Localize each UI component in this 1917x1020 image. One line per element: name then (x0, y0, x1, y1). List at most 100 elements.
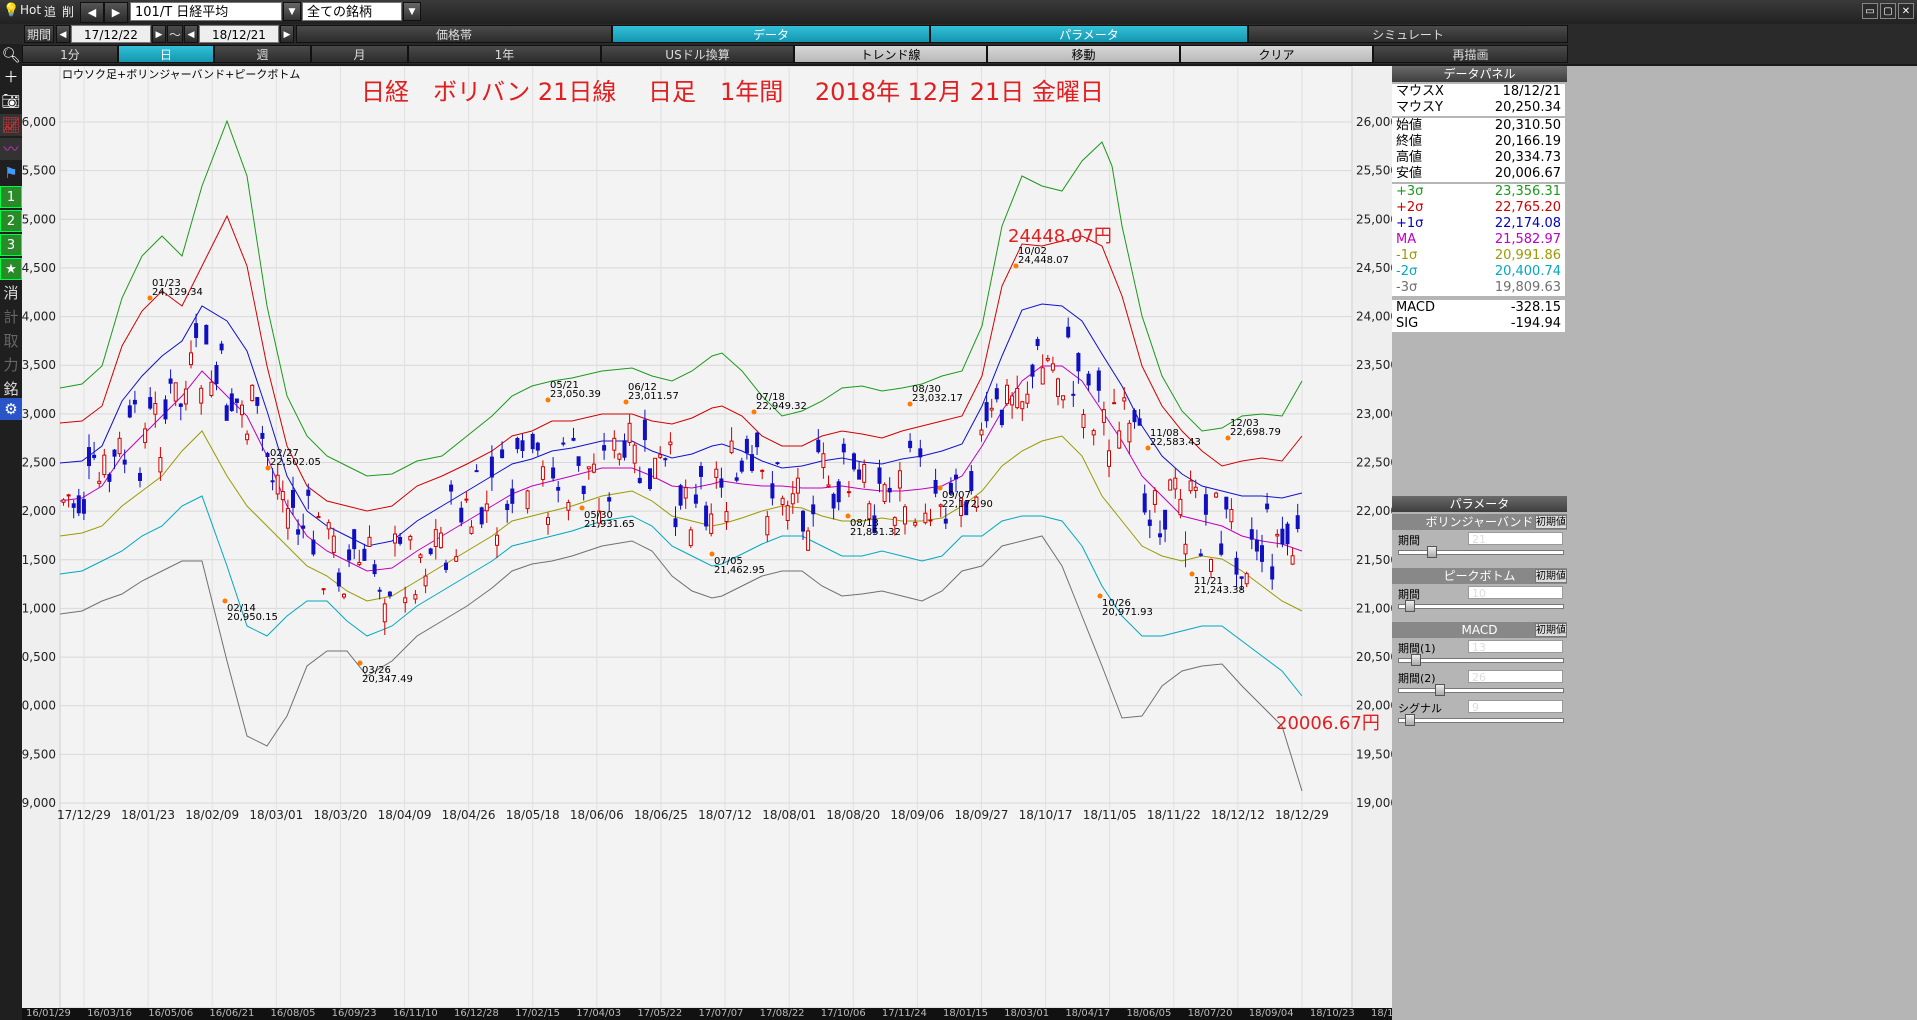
chart-area[interactable]: 01/23 24,129.34 02/14 20,950.15 02/27 22,502.… (22, 66, 1392, 1008)
slider-knob[interactable] (1435, 684, 1445, 696)
param-slider[interactable] (1398, 714, 1564, 726)
tab-data[interactable]: データ (612, 25, 930, 43)
candle-body (413, 594, 418, 600)
param-slider[interactable] (1398, 684, 1564, 696)
lightbulb-icon[interactable]: 💡 (3, 3, 19, 19)
bottom-date-label: 18/09/04 (1248, 1008, 1294, 1019)
param-slider[interactable] (1398, 546, 1564, 558)
gear-icon[interactable]: ⚙ (0, 398, 22, 420)
date-to-prev[interactable]: ◀ (184, 25, 198, 43)
candle-body (862, 464, 867, 483)
param-value-input[interactable]: 10 (1468, 586, 1563, 600)
candle-body (71, 503, 76, 508)
tab-trendline[interactable]: トレンド線 (794, 45, 987, 63)
date-to-next[interactable]: ▶ (280, 25, 294, 43)
search-icon[interactable]: 🔍︎ (0, 44, 22, 66)
camera-icon[interactable]: 📷︎ (0, 90, 22, 112)
calc-button[interactable]: 計 (0, 306, 22, 328)
candle-body (780, 497, 785, 506)
power-button[interactable]: 力 (0, 354, 22, 376)
tab-1min[interactable]: 1分 (22, 45, 118, 63)
param-value-input[interactable]: 13 (1468, 640, 1563, 654)
symbol-select[interactable]: 101/T 日経平均 (130, 2, 282, 21)
candle-body (250, 384, 255, 402)
hot-button[interactable]: Hot (20, 3, 41, 17)
tab-parameter[interactable]: パラメータ (930, 25, 1248, 43)
slider-knob[interactable] (1405, 600, 1415, 612)
param-value-input[interactable]: 21 (1468, 532, 1563, 546)
candle-body (1152, 490, 1157, 505)
param-value-input[interactable]: 26 (1468, 670, 1563, 684)
reset-default-button[interactable]: 初期値 (1535, 569, 1567, 583)
candle-body (1112, 402, 1117, 405)
candle-body (489, 456, 494, 478)
tab-usd-convert[interactable]: USドル換算 (601, 45, 794, 63)
tab-1year[interactable]: 1年 (408, 45, 601, 63)
candle-body (642, 419, 647, 441)
tab-price-band[interactable]: 価格帯 (296, 25, 612, 43)
peak-value-label: 23,050.39 (550, 389, 601, 400)
candle-body (1127, 422, 1132, 443)
universe-dropdown-arrow[interactable]: ▼ (403, 2, 421, 21)
tab-clear[interactable]: クリア (1180, 45, 1373, 63)
bollinger-chart[interactable]: 01/2324,129.3402/1420,950.1502/2722,502.… (22, 66, 1392, 1008)
preset-3-button[interactable]: 3 (0, 234, 22, 256)
candle-body (173, 382, 178, 402)
symbol-button[interactable]: 銘 (0, 378, 22, 400)
candle-body (892, 517, 897, 526)
plus-icon[interactable]: ＋ (0, 66, 22, 88)
nav-forward-button[interactable]: ▶ (104, 2, 128, 23)
tab-monthly[interactable]: 月 (311, 45, 408, 63)
bottom-date-strip[interactable]: 16/01/29 16/03/16 16/05/06 16/06/21 16/08/05… (22, 1008, 1416, 1020)
candle-body (673, 518, 678, 528)
line-chart-icon[interactable]: 📈︎ (0, 114, 22, 136)
candle-body (699, 465, 703, 477)
delete-button[interactable]: 削 (62, 3, 74, 20)
bottom-date-label: 17/04/03 (576, 1008, 622, 1019)
tab-move[interactable]: 移動 (987, 45, 1180, 63)
date-to-input[interactable]: 18/12/21 (199, 25, 279, 43)
candle-body (1198, 553, 1203, 556)
candle-body (581, 485, 586, 495)
tab-redraw[interactable]: 再描画 (1373, 45, 1568, 63)
star-icon[interactable]: ★ (0, 258, 22, 280)
slider-knob[interactable] (1411, 654, 1421, 666)
data-panel-row: マウスY 20,250.34 (1392, 100, 1565, 116)
flag-icon[interactable]: ⚑ (0, 162, 22, 184)
param-value-input[interactable]: 9 (1468, 700, 1563, 714)
tilde-label: ～ (167, 25, 183, 43)
param-slider[interactable] (1398, 654, 1564, 666)
symbol-dropdown-arrow[interactable]: ▼ (283, 2, 301, 21)
slider-knob[interactable] (1405, 714, 1415, 726)
param-slider[interactable] (1398, 600, 1564, 612)
take-button[interactable]: 取 (0, 330, 22, 352)
minimize-button[interactable]: ▭ (1862, 3, 1878, 19)
universe-select[interactable]: 全ての銘柄 (302, 2, 402, 21)
date-from-next[interactable]: ▶ (152, 25, 166, 43)
close-button[interactable]: ✕ (1898, 3, 1914, 19)
candle-body (540, 466, 545, 480)
candle-body (1010, 395, 1015, 406)
add-button[interactable]: 追 (44, 3, 56, 20)
preset-2-button[interactable]: 2 (0, 210, 22, 232)
tab-simulate[interactable]: シミュレート (1248, 25, 1568, 43)
date-from-input[interactable]: 17/12/22 (71, 25, 151, 43)
reset-default-button[interactable]: 初期値 (1535, 623, 1567, 637)
data-panel-value: -328.15 (1510, 300, 1561, 315)
tab-weekly[interactable]: 週 (214, 45, 311, 63)
wave-chart-icon[interactable]: 〰 (0, 138, 22, 160)
y-tick-label-right: 25,000 (1356, 212, 1392, 226)
x-tick-label: 18/03/20 (313, 808, 367, 822)
y-tick-label-right: 19,500 (1356, 747, 1392, 761)
peak-value-label: 20,950.15 (227, 612, 278, 623)
date-from-prev[interactable]: ◀ (56, 25, 70, 43)
candle-body (520, 440, 525, 452)
preset-1-button[interactable]: 1 (0, 186, 22, 208)
maximize-button[interactable]: ▢ (1880, 3, 1896, 19)
nav-back-button[interactable]: ◀ (80, 2, 104, 23)
candle-body (224, 405, 229, 421)
slider-knob[interactable] (1427, 546, 1437, 558)
tab-daily[interactable]: 日 (118, 45, 214, 63)
erase-button[interactable]: 消 (0, 282, 22, 304)
reset-default-button[interactable]: 初期値 (1535, 515, 1567, 529)
